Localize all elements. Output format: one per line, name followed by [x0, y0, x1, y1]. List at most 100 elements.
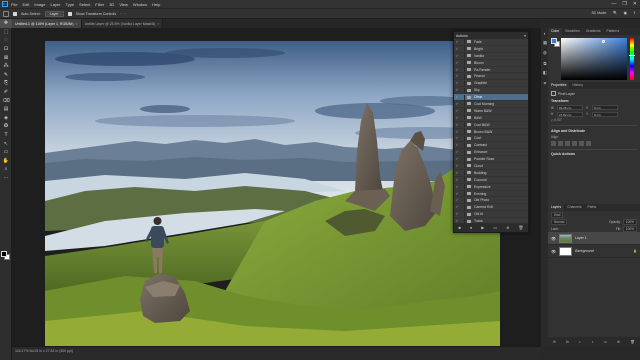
- action-item[interactable]: ✓ Coconut: [454, 177, 528, 184]
- document-tab[interactable]: Untitle Layer @ 25.6% (Vanilla Layer Mas…: [81, 19, 164, 28]
- action-item[interactable]: ✓ B&W: [454, 115, 528, 122]
- clone-stamp-icon[interactable]: ⎘: [0, 79, 12, 88]
- lasso-tool-icon[interactable]: ◌: [0, 36, 12, 45]
- healing-brush-icon[interactable]: ✎: [0, 71, 12, 80]
- menu-image[interactable]: Image: [34, 2, 45, 7]
- delete-layer-icon[interactable]: 🗑: [630, 340, 635, 344]
- layer-name[interactable]: Layer 1: [575, 236, 587, 240]
- action-item[interactable]: ✓ Graphite: [454, 80, 528, 88]
- document-image[interactable]: [45, 41, 500, 347]
- dialog-toggle[interactable]: [460, 101, 465, 107]
- play-icon[interactable]: ▶: [481, 225, 484, 230]
- workspace-icon[interactable]: ▣: [624, 11, 627, 15]
- menu-type[interactable]: Type: [66, 2, 75, 7]
- menu-file[interactable]: File: [11, 2, 17, 7]
- dialog-toggle[interactable]: [460, 94, 465, 100]
- action-item[interactable]: ✓ Brown B&W: [454, 129, 528, 136]
- action-item[interactable]: ✓ Clear: [454, 94, 528, 102]
- stop-icon[interactable]: ■: [458, 225, 460, 230]
- x-field[interactable]: 0 cm: [592, 105, 618, 110]
- dialog-toggle[interactable]: [460, 46, 465, 52]
- action-item[interactable]: ✓ Old tit: [454, 211, 528, 219]
- hue-slider[interactable]: [630, 38, 634, 80]
- share-icon[interactable]: ⇪: [633, 11, 636, 15]
- action-item[interactable]: ✓ Sky: [454, 87, 528, 95]
- align-center-icon[interactable]: [558, 140, 563, 146]
- action-item[interactable]: ✓ Cool B&W: [454, 122, 528, 129]
- new-set-icon[interactable]: ▭: [493, 225, 497, 230]
- action-item[interactable]: ✓ Bloom: [454, 60, 528, 67]
- dialog-toggle[interactable]: [460, 122, 465, 128]
- dialog-toggle[interactable]: [460, 142, 465, 148]
- object-select-tool-icon[interactable]: ⊡: [0, 45, 12, 54]
- tab-channels[interactable]: Channels: [564, 204, 584, 211]
- tab-gradients[interactable]: Gradients: [583, 28, 604, 35]
- tab-swatches[interactable]: Swatches: [562, 28, 583, 35]
- align-top-icon[interactable]: [572, 140, 577, 146]
- blur-tool-icon[interactable]: ◈: [0, 114, 12, 123]
- eraser-tool-icon[interactable]: ⌫: [0, 96, 12, 105]
- transform-controls-checkbox[interactable]: [67, 11, 72, 16]
- dialog-toggle[interactable]: [460, 191, 465, 197]
- dialog-toggle[interactable]: [460, 184, 465, 190]
- path-select-tool-icon[interactable]: ↖: [0, 139, 12, 148]
- menu-3d[interactable]: 3D: [109, 2, 114, 7]
- dialog-toggle[interactable]: [460, 156, 465, 162]
- auto-select-checkbox[interactable]: [13, 11, 17, 16]
- new-group-icon[interactable]: ▭: [604, 340, 607, 344]
- action-item[interactable]: ✓ Contrast: [454, 142, 528, 150]
- marquee-tool-icon[interactable]: ⬚: [0, 28, 12, 37]
- dialog-toggle[interactable]: [460, 87, 465, 93]
- zoom-tool-icon[interactable]: ⌕: [0, 165, 12, 174]
- action-item[interactable]: ✓ Vanilla: [454, 53, 528, 60]
- action-item[interactable]: ✓ Warm B&W: [454, 108, 528, 115]
- color-swatches[interactable]: [1, 251, 11, 263]
- color-picker-cursor[interactable]: [602, 40, 605, 43]
- close-icon[interactable]: ×: [76, 22, 78, 26]
- menu-layer[interactable]: Layer: [50, 2, 60, 7]
- dialog-toggle[interactable]: [460, 115, 465, 121]
- align-left-icon[interactable]: [551, 140, 556, 146]
- eyedropper-tool-icon[interactable]: ⁂: [0, 62, 12, 71]
- menu-edit[interactable]: Edit: [22, 2, 29, 7]
- search-icon[interactable]: 🔍: [613, 11, 617, 15]
- action-item[interactable]: ✓ Fade: [454, 39, 528, 46]
- tab-paths[interactable]: Paths: [585, 204, 600, 211]
- y-field[interactable]: 0 cm: [592, 111, 618, 117]
- foreground-color-chip[interactable]: [551, 38, 557, 44]
- new-action-icon[interactable]: ⊕: [506, 225, 509, 230]
- move-tool-icon[interactable]: ✥: [0, 19, 12, 28]
- dialog-toggle[interactable]: [460, 53, 465, 59]
- dialog-toggle[interactable]: [460, 80, 465, 86]
- panel-menu-icon[interactable]: ≡: [524, 34, 526, 38]
- dialog-toggle[interactable]: [460, 211, 465, 217]
- menu-window[interactable]: Window: [133, 2, 147, 7]
- height-field[interactable]: 27.82 cm: [557, 111, 583, 117]
- action-item[interactable]: ✓ Pa-Render: [454, 67, 528, 74]
- link-layers-icon[interactable]: ⊖: [553, 340, 556, 344]
- tab-history[interactable]: History: [569, 82, 586, 89]
- dodge-tool-icon[interactable]: ✪: [0, 122, 12, 131]
- close-button[interactable]: ✕: [633, 1, 637, 7]
- menu-select[interactable]: Select: [79, 2, 90, 7]
- blend-mode-dropdown[interactable]: Normal: [551, 218, 568, 225]
- layer-name[interactable]: Background: [575, 249, 594, 253]
- tab-layers[interactable]: Layers: [548, 204, 565, 211]
- layer-style-icon[interactable]: fx: [566, 340, 569, 344]
- width-field[interactable]: 91.28 cm: [557, 105, 583, 110]
- dialog-toggle[interactable]: [460, 129, 465, 135]
- eye-icon[interactable]: 👁: [551, 236, 556, 241]
- dialog-toggle[interactable]: [460, 197, 465, 203]
- align-middle-icon[interactable]: [579, 140, 584, 146]
- dialog-toggle[interactable]: [460, 170, 465, 176]
- action-item[interactable]: ✓ Evening: [454, 191, 528, 198]
- layer-row[interactable]: 👁 Background 🔒: [548, 245, 640, 258]
- adjustment-layer-icon[interactable]: ◑: [591, 340, 593, 344]
- dialog-toggle[interactable]: [460, 67, 465, 72]
- action-item[interactable]: ✓ Budding: [454, 170, 528, 177]
- lock-icon[interactable]: 🔒: [633, 249, 637, 253]
- align-bottom-icon[interactable]: [586, 140, 591, 146]
- dialog-toggle[interactable]: [460, 149, 465, 155]
- opacity-field[interactable]: 100%: [622, 218, 637, 225]
- dialog-toggle[interactable]: [460, 204, 465, 210]
